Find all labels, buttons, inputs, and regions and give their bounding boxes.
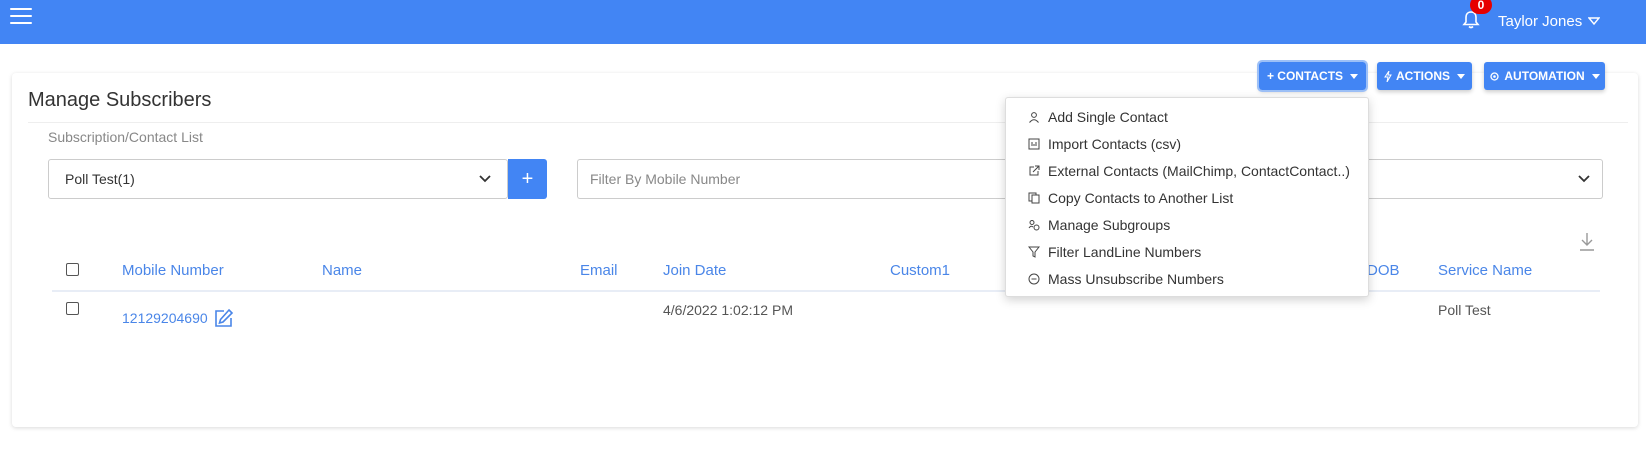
menu-item-mass-unsubscribe[interactable]: Mass Unsubscribe Numbers: [1028, 269, 1224, 289]
actions-button-label: ACTIONS: [1396, 69, 1450, 83]
table-row-mobile-link[interactable]: 12129204690: [122, 308, 234, 328]
list-field-label: Subscription/Contact List: [48, 129, 203, 145]
row-checkbox[interactable]: [66, 302, 79, 315]
copy-icon: [1028, 192, 1040, 204]
title-divider: [28, 122, 1628, 123]
top-navbar: 0 Taylor Jones: [0, 0, 1646, 44]
bolt-icon: [1384, 70, 1392, 82]
menu-item-filter-landline[interactable]: Filter LandLine Numbers: [1028, 242, 1201, 262]
join-date-cell: 4/6/2022 1:02:12 PM: [663, 302, 793, 318]
menu-item-add-single-contact[interactable]: Add Single Contact: [1028, 107, 1168, 127]
contacts-button-label: + CONTACTS: [1266, 69, 1344, 83]
mobile-filter-input[interactable]: [577, 159, 1037, 199]
menu-item-label: Import Contacts (csv): [1048, 136, 1182, 152]
caret-down-icon: [1350, 73, 1359, 79]
menu-item-label: Manage Subgroups: [1048, 217, 1171, 233]
column-header-custom1[interactable]: Custom1: [890, 262, 950, 279]
gear-icon: [1490, 71, 1500, 81]
column-header-join-date[interactable]: Join Date: [663, 262, 726, 279]
download-icon[interactable]: [1578, 232, 1596, 252]
contacts-button[interactable]: + CONTACTS: [1257, 60, 1368, 92]
menu-item-label: Mass Unsubscribe Numbers: [1048, 271, 1224, 287]
person-icon: [1029, 112, 1039, 123]
notification-badge: 0: [1470, 0, 1492, 14]
chevron-down-icon: [1578, 175, 1590, 183]
menu-item-label: Add Single Contact: [1048, 109, 1168, 125]
caret-down-icon: [1591, 73, 1600, 79]
column-header-dob[interactable]: DOB: [1367, 262, 1400, 279]
automation-button[interactable]: AUTOMATION: [1484, 62, 1605, 90]
column-header-email[interactable]: Email: [580, 262, 618, 279]
menu-item-copy-contacts[interactable]: Copy Contacts to Another List: [1028, 188, 1233, 208]
minus-circle-icon: [1028, 273, 1040, 285]
edit-icon[interactable]: [214, 308, 234, 328]
column-header-mobile[interactable]: Mobile Number: [122, 262, 224, 279]
menu-item-label: Filter LandLine Numbers: [1048, 244, 1202, 260]
select-all-checkbox[interactable]: [66, 263, 79, 276]
filter-icon: [1028, 246, 1040, 258]
contact-list-selected: Poll Test(1): [65, 171, 135, 187]
subgroups-icon: [1028, 220, 1040, 231]
subscribers-card: [12, 73, 1638, 427]
automation-button-label: AUTOMATION: [1504, 69, 1585, 83]
add-list-button[interactable]: +: [508, 159, 547, 199]
user-name: Taylor Jones: [1498, 13, 1583, 30]
actions-button[interactable]: ACTIONS: [1377, 62, 1472, 90]
user-menu[interactable]: Taylor Jones: [1498, 13, 1601, 30]
contact-list-select[interactable]: Poll Test(1): [48, 159, 508, 199]
contacts-dropdown-menu: Add Single Contact Import Contacts (csv)…: [1005, 97, 1369, 297]
column-header-name[interactable]: Name: [322, 262, 362, 279]
menu-item-external-contacts[interactable]: External Contacts (MailChimp, ContactCon…: [1028, 161, 1350, 181]
caret-down-icon: [1457, 73, 1465, 79]
external-link-icon: [1029, 165, 1040, 176]
page-title: Manage Subscribers: [28, 89, 212, 111]
chevron-down-icon: [479, 175, 491, 183]
menu-item-manage-subgroups[interactable]: Manage Subgroups: [1028, 215, 1170, 235]
csv-icon: [1028, 138, 1040, 150]
chevron-down-icon: [1588, 17, 1601, 26]
column-header-service-name[interactable]: Service Name: [1438, 262, 1532, 279]
mobile-number[interactable]: 12129204690: [122, 310, 208, 326]
hamburger-menu-icon[interactable]: [10, 8, 32, 26]
menu-item-import-contacts[interactable]: Import Contacts (csv): [1028, 134, 1181, 154]
menu-item-label: External Contacts (MailChimp, ContactCon…: [1048, 163, 1350, 179]
menu-item-label: Copy Contacts to Another List: [1048, 190, 1234, 206]
service-name-cell: Poll Test: [1438, 302, 1491, 318]
